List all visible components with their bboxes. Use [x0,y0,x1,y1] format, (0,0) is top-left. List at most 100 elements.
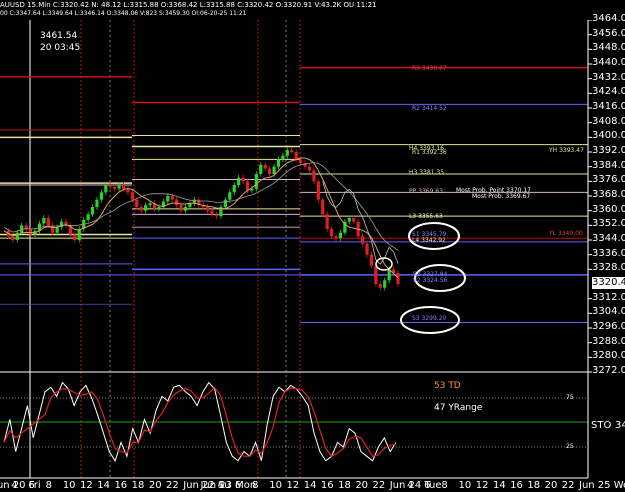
candle-body [396,273,400,284]
candle-body [95,199,99,207]
candle-body [338,232,343,239]
x-tick-label: 18 [527,480,541,491]
candle-body [294,152,298,160]
candle-body [378,284,382,288]
sto-label: STO [591,420,612,431]
candle-body [232,185,236,193]
candle-body [374,265,378,284]
header-line-1: AUUSD 15.Min C:3320.42 N: 48.12 L:3315.8… [0,1,377,9]
candle-body [316,181,320,200]
candle-body [104,185,108,193]
y-tick-label: 3376.0 [592,174,625,186]
candle-body [237,177,241,185]
x-tick-label: 14 [492,480,506,491]
candle-body [281,155,285,160]
candle-body [90,207,95,215]
label-h3: H3 3381.35 [409,169,445,176]
candle-body [259,164,263,174]
candle-body [130,192,134,200]
candle-body [347,218,351,222]
candle-body [210,210,214,215]
y-tick-label: 3408.0 [592,115,625,127]
x-tick-label: 14 [303,480,317,491]
x-tick-label: 18 [131,480,145,491]
candle-body [139,207,143,211]
candle-body [241,177,245,182]
x-tick-label: 10 [458,480,472,491]
x-tick-label: 20 [148,480,162,491]
x-tick-label: 20 [355,480,369,491]
y-tick-label: 3304.0 [592,306,625,318]
candle-body [15,232,19,240]
candle-body [360,236,365,244]
y-tick-label: 3432.0 [592,71,625,83]
y-tick-label: 3440.0 [592,57,625,68]
candle-body [325,214,329,229]
chart-window: AUUSD 15.Min C:3320.42 N: 48.12 L:3315.8… [0,0,625,492]
y-tick-label: 3448.0 [592,42,625,54]
candle-body [99,192,103,200]
candle-body [46,218,50,226]
level-25-label: 25 [566,443,574,450]
x-tick-label: 14 [97,480,110,491]
candle-body [272,166,276,174]
candle-body [365,243,369,255]
y-tick-label: 3296.0 [592,321,625,332]
x-tick-label: 4 [11,480,18,491]
x-tick-label: 4 [217,480,225,491]
y-tick-label: 3288.0 [592,335,625,347]
candle-body [121,185,126,189]
candle-body [369,254,374,266]
candle-body [263,164,267,169]
candle-body [223,199,227,207]
candle-body [170,196,174,200]
y-tick-label: 3424.0 [592,86,625,98]
x-tick-label: 6 [424,480,431,491]
x-tick-label: 20 [544,480,558,491]
x-tick-label: 22 [561,480,575,491]
label-yh: YH 3393.47 [549,147,584,154]
candle-body [307,166,312,171]
sto-value: 34 [615,420,625,431]
td-label: 53 TD [434,381,461,391]
y-tick-label: 3360.0 [592,203,625,215]
x-tick-label: 4 [406,480,414,491]
candle-body [245,181,250,191]
candle-body [299,159,303,163]
label-r2: R2 3414.52 [412,105,447,112]
candle-body [42,218,46,224]
candle-body [144,205,148,211]
candle-body [183,207,188,211]
candle-body [113,186,117,189]
candle-body [157,207,161,209]
candle-body [228,192,232,200]
x-tick-label: 8 [45,480,52,491]
candle-body [117,185,121,189]
candle-body [28,229,33,235]
y-tick-label: 3336.0 [592,247,625,259]
y-tick-label: 3464.0 [592,13,625,24]
label-s2b: S2 3324.56 [413,277,448,284]
candle-body [77,229,81,240]
candle-body [135,199,139,207]
label-l4: L4 3342.92 [412,237,446,244]
x-tick-label: 12 [475,480,489,491]
x-tick-label: 8 [252,480,259,491]
price-chart[interactable] [0,0,625,492]
candle-body [254,174,258,189]
x-tick-label: 12 [80,480,93,491]
x-tick-label: 12 [286,480,300,491]
y-tick-label: 3328.0 [592,262,625,274]
y-tick-label: 3272.0 [592,365,625,376]
candle-body [334,236,338,239]
candle-body [352,218,356,222]
label-most-probable-2: Most Prob. 3369.67 [472,193,531,200]
candle-body [312,170,316,182]
level-75-label: 75 [566,394,574,401]
current-price-label: 3320.4 [592,277,625,289]
candle-body [206,207,210,211]
candle-body [329,229,334,237]
x-tick-label: 18 [338,480,351,491]
x-tick-label: 8 [441,480,448,491]
candle-body [148,203,152,206]
